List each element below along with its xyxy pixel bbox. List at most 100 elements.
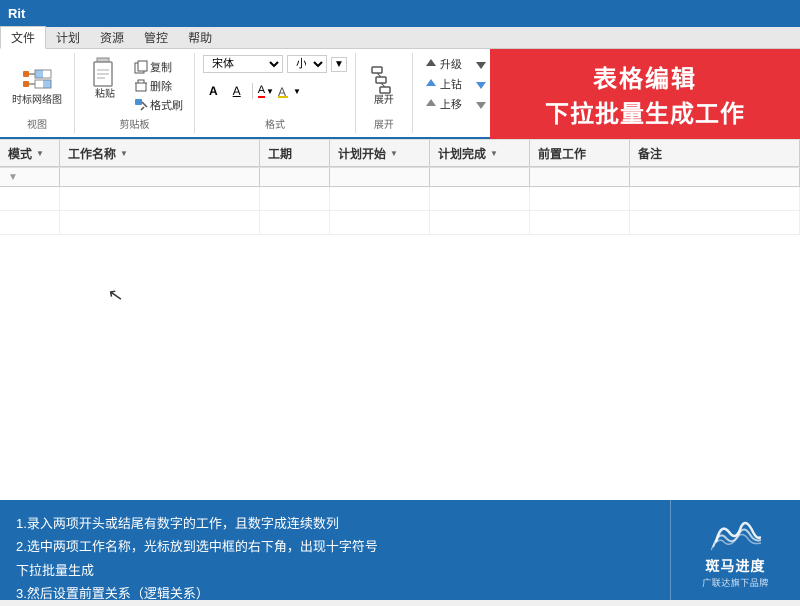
cell-start-1 (330, 187, 430, 210)
cell-prevtask-1 (530, 187, 630, 210)
promo-banner: 表格编辑 下拉批量生成工作 (490, 49, 800, 139)
table-body (0, 187, 800, 527)
move-up-button[interactable]: 上移 (421, 95, 465, 113)
col-header-mode: 模式 ▼ (0, 140, 60, 166)
empty-workspace[interactable] (0, 235, 800, 527)
start-dropdown-arrow[interactable]: ▼ (390, 149, 398, 158)
promo-line1: 表格编辑 (593, 59, 697, 94)
ribbon-group-clipboard: 粘贴 复制 (75, 53, 195, 133)
format-painter-label: 格式刷 (150, 97, 183, 113)
filter-period (260, 168, 330, 186)
app-title: Rit (8, 6, 25, 21)
instruction-4: 3.然后设置前置关系（逻辑关系） (16, 582, 654, 605)
col-header-period: 工期 (260, 140, 330, 166)
underline-button[interactable]: A (227, 81, 247, 101)
table-sub-header: ▼ (0, 167, 800, 187)
clipboard-content: 粘贴 复制 (83, 55, 186, 114)
col-header-prevtask: 前置工作 (530, 140, 630, 166)
bottom-bar: 1.录入两项开头或结尾有数字的工作，且数字成连续数列 2.选中两项工作名称，光标… (0, 500, 800, 600)
menu-bar: 文件 计划 资源 管控 帮助 (0, 27, 800, 49)
table-header: 模式 ▼ 工作名称 ▼ 工期 计划开始 ▼ 计划完成 ▼ 前置工作 备注 (0, 139, 800, 167)
col-header-start: 计划开始 ▼ (330, 140, 430, 166)
filter-prevtask (530, 168, 630, 186)
copy-button[interactable]: 复制 (131, 58, 186, 76)
cell-mode-1 (0, 187, 60, 210)
format-divider (252, 83, 253, 99)
delete-label: 删除 (150, 78, 172, 94)
table-row[interactable] (0, 187, 800, 211)
paste-label: 粘贴 (95, 89, 115, 101)
expand-content: 展开 (364, 55, 404, 114)
filter-planend (430, 168, 530, 186)
upgrade-button[interactable]: 升级 (421, 55, 465, 73)
brand-logo: 斑马进度 广联达旗下品牌 (670, 500, 800, 600)
ribbon-group-view-content: 时标网络图 (8, 55, 66, 114)
cell-mode-2 (0, 211, 60, 234)
expand-group-label: 展开 (374, 116, 394, 131)
expand-icon (368, 63, 400, 95)
cell-planend-2 (430, 211, 530, 234)
menu-file[interactable]: 文件 (0, 26, 46, 49)
cell-name-1[interactable] (60, 187, 260, 210)
ribbon-group-expand: 展开 展开 (356, 53, 413, 133)
clipboard-group-label: 剪贴板 (120, 116, 150, 131)
planend-dropdown-arrow[interactable]: ▼ (490, 149, 498, 158)
bold-button[interactable]: A (203, 81, 224, 101)
menu-plan[interactable]: 计划 (46, 27, 90, 48)
format-content: 宋体 小五 ▼ A A A ▼ (203, 55, 347, 114)
instruction-1: 1.录入两项开头或结尾有数字的工作，且数字成连续数列 (16, 512, 654, 535)
expand-arrow[interactable]: ▼ (331, 57, 347, 72)
font-row: 宋体 小五 ▼ (203, 55, 347, 73)
drill-up-button[interactable]: 上钻 (421, 75, 465, 93)
expand-button[interactable]: 展开 (364, 61, 404, 109)
menu-help[interactable]: 帮助 (178, 27, 222, 48)
view-group-label: 视图 (27, 116, 47, 131)
filter-name (60, 168, 260, 186)
mode-dropdown-arrow[interactable]: ▼ (36, 149, 44, 158)
delete-button[interactable]: 删除 (131, 77, 186, 95)
timescale-network-button[interactable]: 时标网络图 (8, 61, 66, 109)
logo-subtitle: 广联达旗下品牌 (702, 576, 769, 589)
format-painter-button[interactable]: 格式刷 (131, 96, 186, 114)
ribbon-group-view: 时标网络图 视图 (0, 53, 75, 133)
timescale-icon (21, 63, 53, 95)
instruction-2: 2.选中两项工作名称，光标放到选中框的右下角，出现十字符号 (16, 535, 654, 558)
cell-rest-2 (630, 211, 800, 234)
highlight-button[interactable]: A ▼ (277, 83, 301, 99)
filter-start (330, 168, 430, 186)
cell-planend-1 (430, 187, 530, 210)
promo-line2: 下拉批量生成工作 (545, 94, 745, 129)
cell-period-1 (260, 187, 330, 210)
cell-start-2 (330, 211, 430, 234)
app-window: Rit 文件 计划 资源 管控 帮助 (0, 0, 800, 600)
color-picker-button[interactable]: A ▼ (258, 84, 274, 98)
font-size-select[interactable]: 小五 (287, 55, 327, 73)
ribbon: 时标网络图 视图 (0, 49, 800, 139)
col-header-name: 工作名称 ▼ (60, 140, 260, 166)
ribbon-group-format: 宋体 小五 ▼ A A A ▼ (195, 53, 356, 133)
copy-label: 复制 (150, 59, 172, 75)
menu-control[interactable]: 管控 (134, 27, 178, 48)
instruction-3: 下拉批量生成 (16, 559, 654, 582)
format-buttons-row: A A A ▼ A ▼ (203, 81, 301, 101)
menu-resource[interactable]: 资源 (90, 27, 134, 48)
expand-label: 展开 (374, 95, 394, 107)
format-group-label: 格式 (265, 116, 285, 131)
view-button-label: 时标网络图 (12, 95, 62, 107)
bottom-instructions: 1.录入两项开头或结尾有数字的工作，且数字成连续数列 2.选中两项工作名称，光标… (0, 500, 670, 600)
title-bar: Rit (0, 0, 800, 27)
paste-button[interactable]: 粘贴 (83, 55, 127, 114)
name-dropdown-arrow[interactable]: ▼ (120, 149, 128, 158)
cell-prevtask-2 (530, 211, 630, 234)
cell-rest-1 (630, 187, 800, 210)
font-family-select[interactable]: 宋体 (203, 55, 283, 73)
cell-name-2[interactable] (60, 211, 260, 234)
paste-icon (89, 57, 121, 89)
col-header-planend: 计划完成 ▼ (430, 140, 530, 166)
logo-wave-icon (711, 512, 761, 552)
table-row[interactable] (0, 211, 800, 235)
filter-rest (630, 168, 800, 186)
logo-text: 斑马进度 (706, 556, 766, 576)
col-header-rest: 备注 (630, 140, 800, 166)
cell-period-2 (260, 211, 330, 234)
